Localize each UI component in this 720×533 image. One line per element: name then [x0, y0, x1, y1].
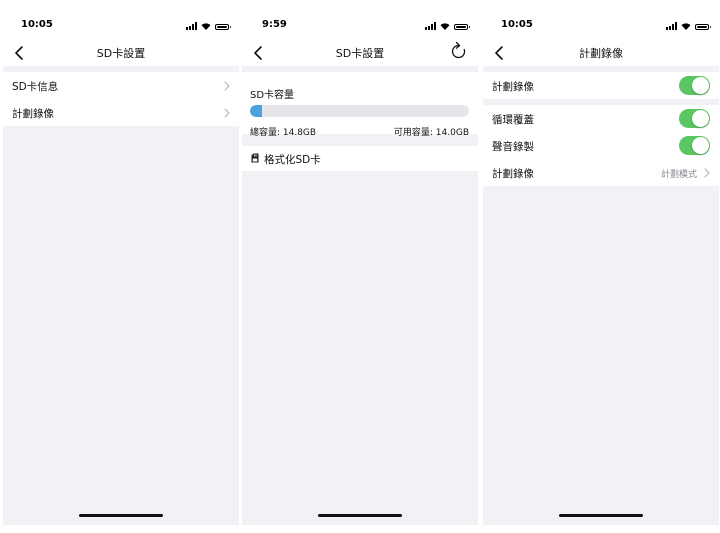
row-schedule-mode[interactable]: 計劃錄像 計劃模式	[483, 159, 719, 186]
row-label: 計劃錄像	[12, 108, 54, 120]
row-loop-overwrite: 循環覆蓋	[483, 105, 719, 132]
status-time: 9:59	[262, 19, 287, 30]
wifi-icon	[201, 23, 211, 30]
system-icons	[186, 20, 231, 30]
system-icons	[425, 20, 470, 30]
format-label: 格式化SD卡	[264, 154, 321, 166]
wifi-icon	[440, 23, 450, 30]
toggle-switch[interactable]	[679, 76, 710, 95]
nav-bar: SD卡設置	[242, 40, 478, 66]
status-time: 10:05	[21, 19, 53, 30]
capacity-bar-fill	[250, 105, 262, 117]
home-indicator[interactable]	[559, 514, 643, 517]
capacity-title: SD卡容量	[250, 90, 295, 101]
home-indicator[interactable]	[318, 514, 402, 517]
status-bar: 10:05	[3, 0, 239, 40]
chevron-right-icon	[224, 81, 230, 91]
battery-icon	[215, 24, 231, 30]
row-value: 計劃模式	[660, 170, 697, 180]
toggle-switch[interactable]	[679, 136, 710, 155]
battery-icon	[695, 24, 711, 30]
capacity-total: 總容量: 14.8GB	[250, 128, 317, 138]
signal-icon	[425, 22, 436, 30]
toggle-switch[interactable]	[679, 109, 710, 128]
row-scheduled-recording-toggle: 計劃錄像	[483, 72, 719, 99]
row-scheduled-recording[interactable]: 計劃錄像	[3, 99, 239, 126]
page-title: 計劃錄像	[579, 47, 623, 60]
options-section: 循環覆蓋 聲音錄製 計劃錄像 計劃模式	[483, 105, 719, 186]
home-indicator[interactable]	[79, 514, 163, 517]
page-title: SD卡設置	[335, 47, 385, 60]
toggle-knob	[692, 110, 709, 127]
chevron-right-icon	[704, 168, 710, 178]
chevron-right-icon	[224, 108, 230, 118]
row-label: 聲音錄製	[492, 141, 534, 153]
format-section: 格式化SD卡	[242, 146, 478, 171]
signal-icon	[186, 22, 197, 30]
row-sd-card-info[interactable]: SD卡信息	[3, 72, 239, 99]
screen-sd-capacity: 9:59 SD卡設置 SD卡容量 總容量: 14.8GB 可用容量: 14.0G…	[242, 0, 478, 525]
toggle-knob	[692, 137, 709, 154]
row-label: 計劃錄像	[492, 168, 534, 180]
status-time: 10:05	[501, 19, 533, 30]
format-icon	[251, 153, 259, 163]
capacity-free: 可用容量: 14.0GB	[393, 128, 469, 138]
page-title: SD卡設置	[96, 47, 146, 60]
nav-bar: 計劃錄像	[483, 40, 719, 66]
status-bar: 10:05	[483, 0, 719, 40]
battery-icon	[454, 24, 470, 30]
screen-sd-settings: 10:05 SD卡設置 SD卡信息 計劃錄像	[3, 0, 239, 525]
row-label: 計劃錄像	[492, 81, 534, 93]
format-sd-button[interactable]: 格式化SD卡	[242, 146, 478, 171]
settings-list: SD卡信息 計劃錄像	[3, 72, 239, 126]
capacity-card: SD卡容量 總容量: 14.8GB 可用容量: 14.0GB	[242, 72, 478, 138]
refresh-icon[interactable]	[450, 41, 468, 61]
master-toggle-section: 計劃錄像	[483, 72, 719, 99]
toggle-knob	[692, 77, 709, 94]
row-label: SD卡信息	[12, 81, 59, 93]
system-icons	[666, 20, 711, 30]
screen-scheduled-recording: 10:05 計劃錄像 計劃錄像 循環覆蓋 聲音錄製 計劃錄像 計劃模式	[483, 0, 719, 525]
capacity-bar	[250, 105, 469, 117]
wifi-icon	[681, 23, 691, 30]
status-bar: 9:59	[242, 0, 478, 40]
row-audio-recording: 聲音錄製	[483, 132, 719, 159]
nav-bar: SD卡設置	[3, 40, 239, 66]
row-label: 循環覆蓋	[492, 114, 534, 126]
signal-icon	[666, 22, 677, 30]
